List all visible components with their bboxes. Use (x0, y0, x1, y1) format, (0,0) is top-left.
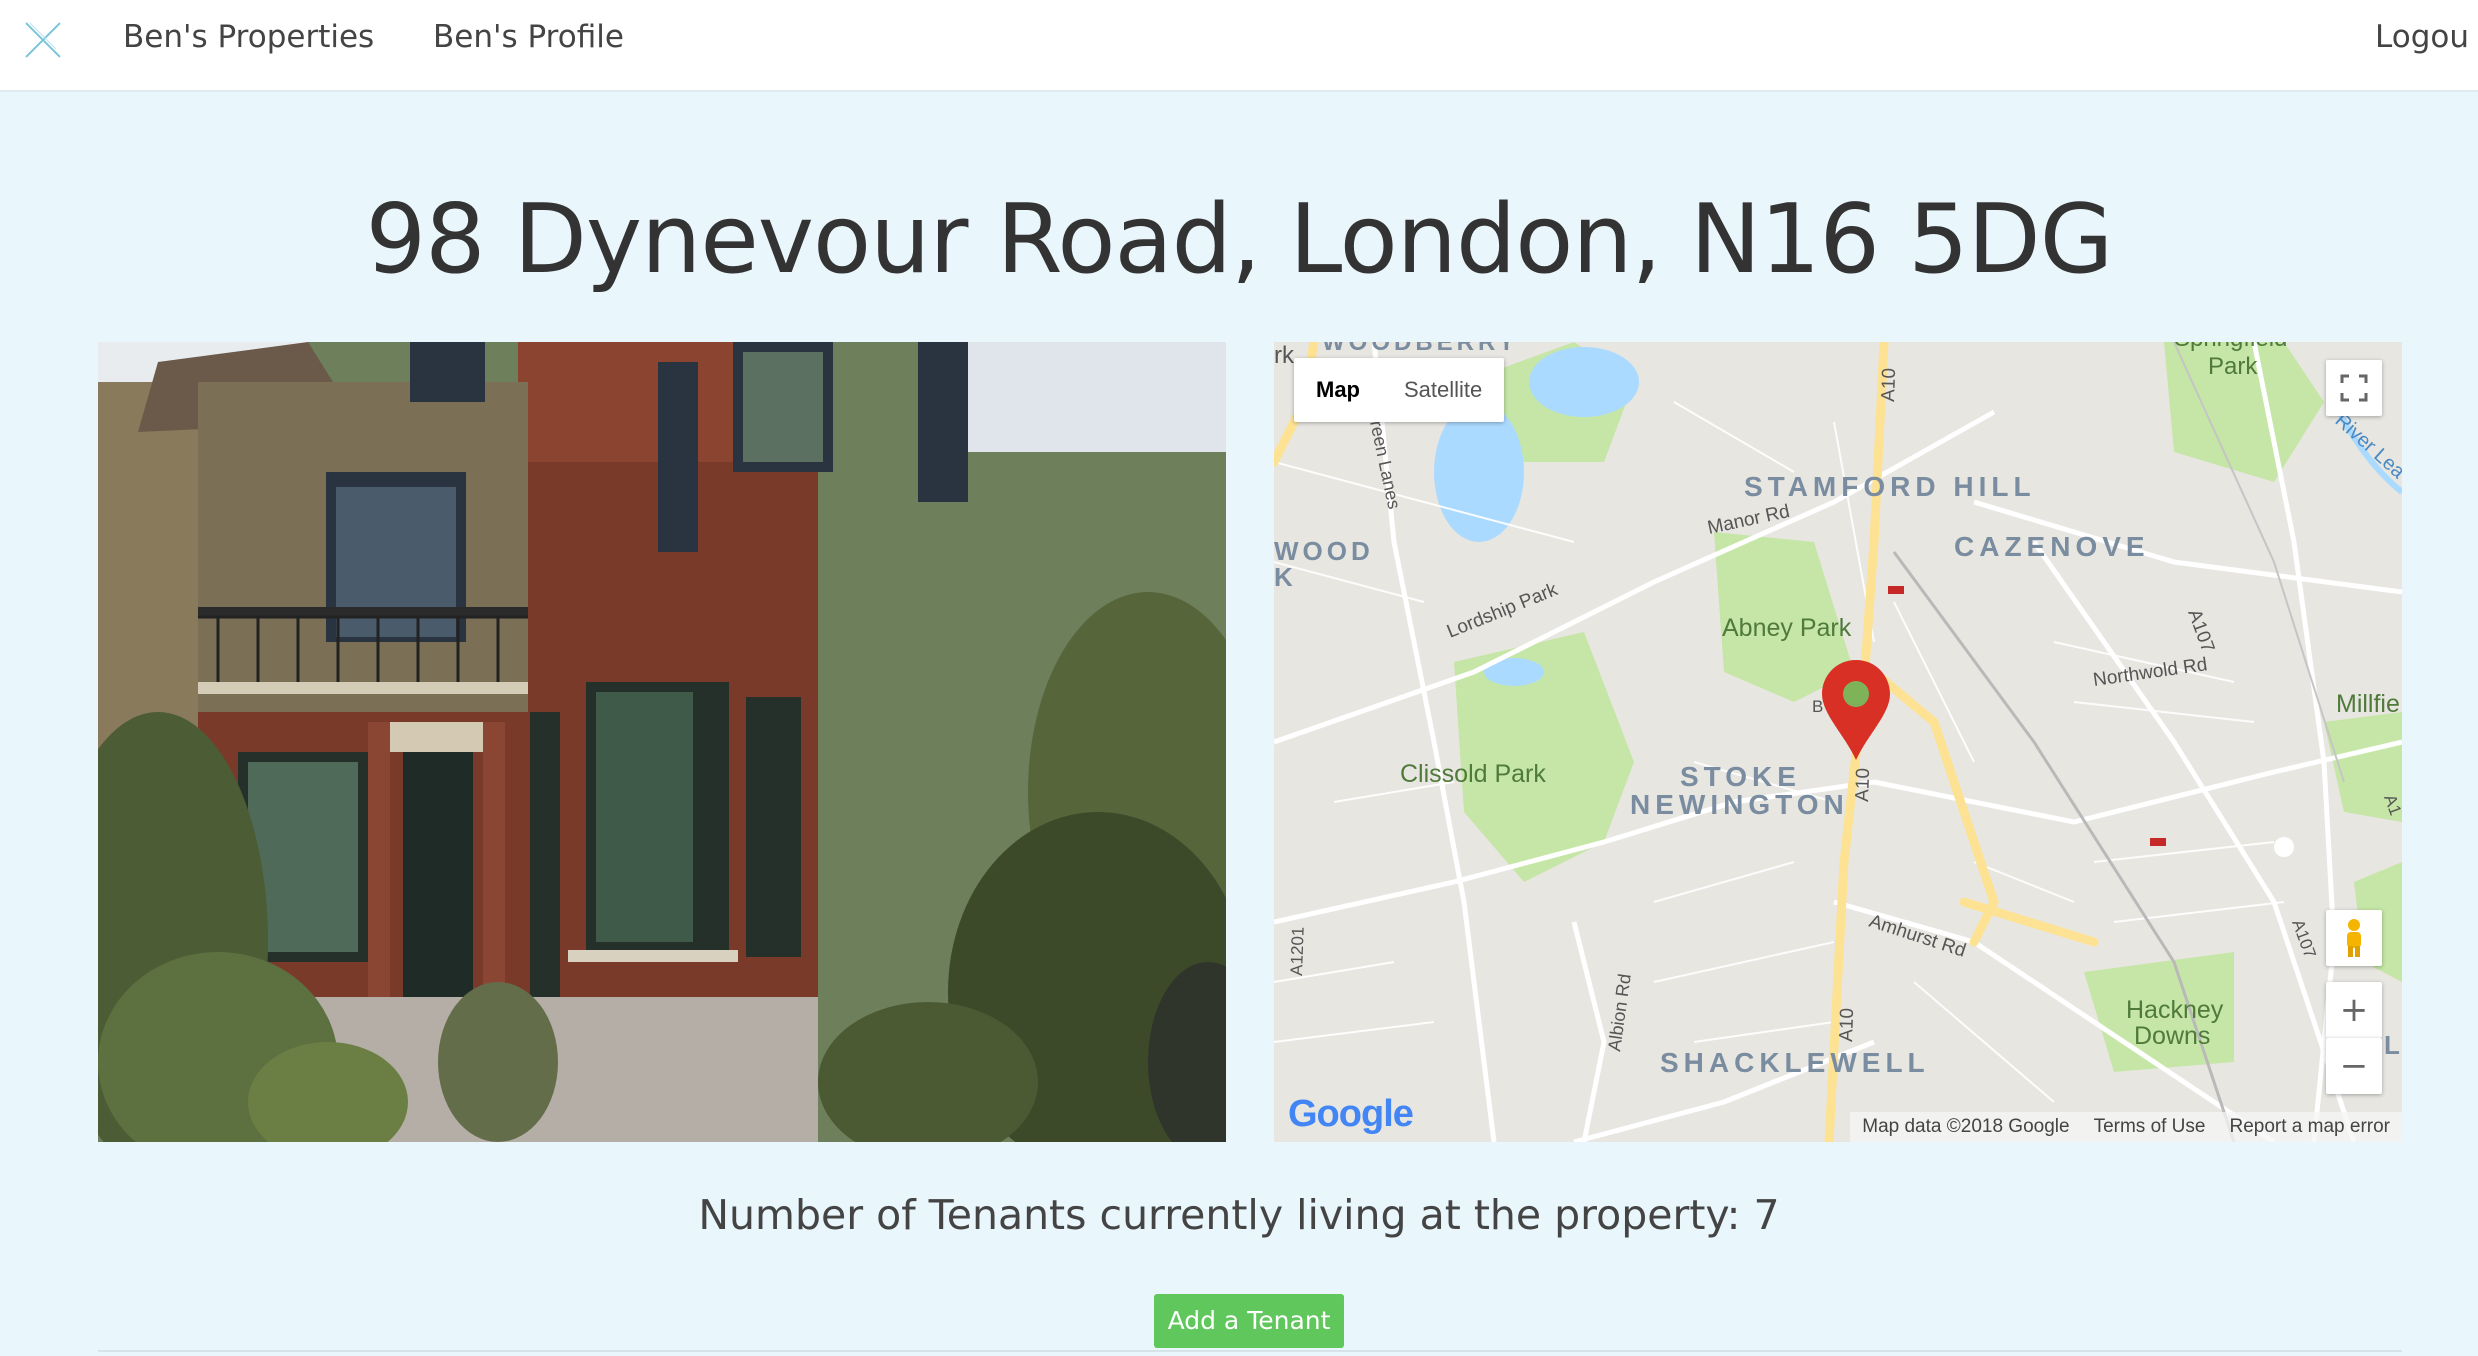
google-map[interactable]: WOODBERRY Springfield Park River Lea ree… (1274, 342, 2402, 1142)
google-logo[interactable]: Google (1288, 1093, 1414, 1136)
map-label-stamford-hill: STAMFORD HILL (1744, 471, 2036, 502)
map-footer: Map data ©2018 Google Terms of Use Repor… (1850, 1112, 2402, 1142)
minus-icon: − (2339, 1046, 2369, 1086)
map-label-abney-park: Abney Park (1722, 614, 1852, 642)
plus-icon: + (2339, 990, 2369, 1030)
map-label-park: Park (2208, 353, 2258, 380)
map-label-stoke: STOKE (1680, 761, 1801, 792)
zoom-out-button[interactable]: − (2326, 1038, 2382, 1094)
map-label-lordship-park: Lordship Park (1444, 579, 1561, 643)
map-type-map-button[interactable]: Map (1294, 358, 1382, 422)
zoom-in-button[interactable]: + (2326, 982, 2382, 1038)
map-label-amhurst-rd: Amhurst Rd (1866, 911, 1968, 962)
street-view-button[interactable] (2326, 910, 2382, 966)
map-label-l: L (2384, 1030, 2400, 1060)
map-label-shacklewell: SHACKLEWELL (1660, 1047, 1930, 1078)
map-label-albion-rd: Albion Rd (1604, 972, 1635, 1052)
map-type-toggle: Map Satellite (1294, 358, 1505, 422)
map-label-k: K (1274, 562, 1293, 592)
map-label-green-lanes: reen Lanes (1366, 419, 1404, 511)
divider (98, 1350, 2402, 1352)
terms-of-use-link[interactable]: Terms of Use (2082, 1116, 2218, 1138)
map-label-rk: rk (1274, 342, 1295, 369)
map-label-manor-rd: Manor Rd (1706, 501, 1792, 539)
pegman-icon (2347, 919, 2361, 957)
map-label-a10-south: A10 (1836, 1008, 1858, 1043)
map-label-newington: NEWINGTON (1630, 789, 1849, 820)
map-label-b: B (1812, 697, 1823, 716)
nav-link-profile[interactable]: Ben's Profile (433, 14, 624, 60)
property-address-title: 98 Dynevour Road, London, N16 5DG (365, 185, 2114, 295)
map-label-river-lea: River Lea (2331, 409, 2402, 483)
map-label-woodberry: WOODBERRY (1322, 342, 1518, 356)
map-label-springfield: Springfield (2174, 342, 2287, 352)
map-label-a10-mid: A10 (1852, 768, 1874, 803)
report-map-error-link[interactable]: Report a map error (2217, 1116, 2402, 1138)
fullscreen-button[interactable] (2326, 360, 2382, 416)
map-label-northwold-rd: Northwold Rd (2092, 654, 2209, 691)
map-label-a107: A107 (2183, 607, 2218, 656)
map-label-hackney: Hackney (2126, 996, 2224, 1024)
map-type-satellite-button[interactable]: Satellite (1382, 358, 1504, 422)
tenant-count-text: Number of Tenants currently living at th… (698, 1191, 1780, 1239)
map-label-a1201: A1201 (1287, 926, 1308, 976)
property-photo (98, 342, 1226, 1142)
x-logo-icon[interactable] (22, 19, 64, 61)
nav-link-logout[interactable]: Logou (2375, 14, 2469, 60)
map-label-a107-south: A107 (2288, 917, 2319, 961)
navbar: Ben's Properties Ben's Profile Logou (0, 0, 2478, 92)
fullscreen-icon (2340, 374, 2368, 402)
map-label-millfie: Millfie (2336, 690, 2400, 718)
map-label-a10-north: A10 (1878, 368, 1900, 403)
map-label-a1: A1 (2380, 792, 2402, 818)
map-data-credit: Map data ©2018 Google (1862, 1116, 2070, 1137)
map-label-cazenove: CAZENOVE (1954, 531, 2150, 562)
add-tenant-button[interactable]: Add a Tenant (1154, 1294, 1344, 1348)
google-logo-letters: Google (1288, 1093, 1414, 1135)
map-label-downs: Downs (2134, 1022, 2210, 1050)
map-label-clissold-park: Clissold Park (1400, 760, 1546, 788)
nav-link-properties[interactable]: Ben's Properties (123, 14, 374, 60)
